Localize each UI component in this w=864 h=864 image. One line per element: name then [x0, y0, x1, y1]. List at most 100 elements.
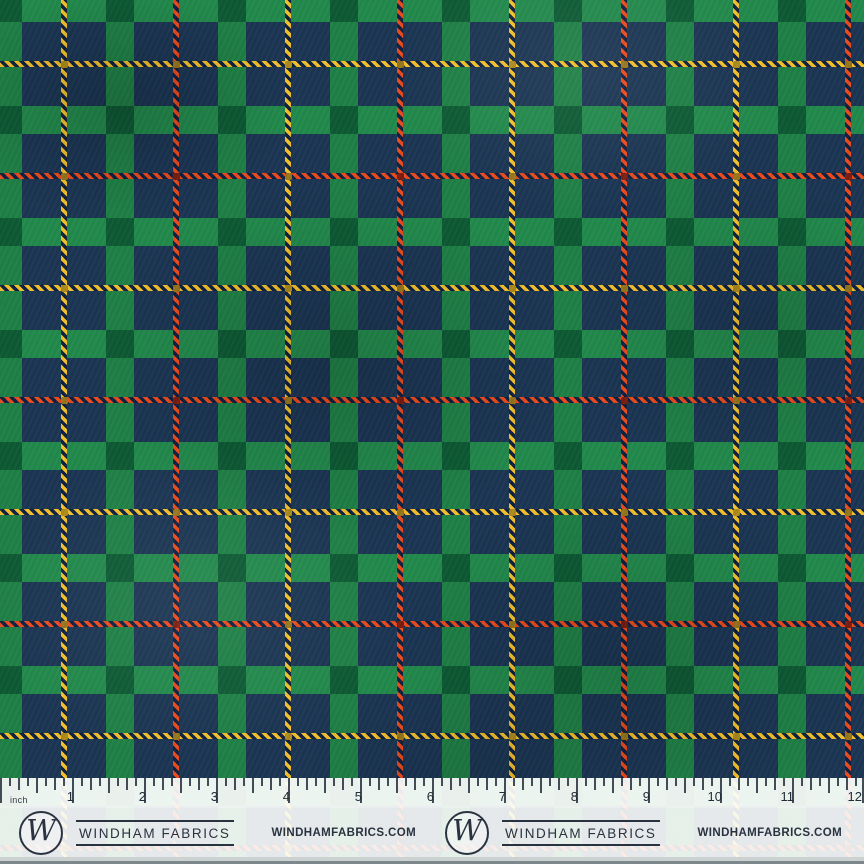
plaid-band-intersection: [330, 106, 358, 134]
ruler-number: 12: [838, 790, 862, 804]
ruler-tick-eighth: [729, 778, 731, 786]
ruler-tick-quarter: [558, 778, 560, 790]
ruler-tick-eighth: [711, 778, 713, 786]
plaid-band-intersection: [218, 218, 246, 246]
plaid-band-intersection: [106, 554, 134, 582]
ruler-tick-quarter: [702, 778, 704, 790]
rope-crossing-dot: [285, 285, 292, 292]
plaid-band-intersection: [778, 442, 806, 470]
rope-crossing-dot: [845, 509, 852, 516]
rope-crossing-dot: [845, 173, 852, 180]
ruler-tick-half: [756, 778, 758, 793]
windham-logo-letter: W: [26, 816, 56, 845]
ruler-tick-eighth: [765, 778, 767, 786]
plaid-band-intersection: [0, 442, 22, 470]
windham-logo-circle: W: [445, 811, 489, 855]
rope-crossing-dot: [733, 733, 740, 740]
plaid-band-intersection: [666, 554, 694, 582]
rope-crossing-dot: [173, 621, 180, 628]
rope-crossing-dot: [61, 285, 68, 292]
rope-crossing-dot: [61, 509, 68, 516]
plaid-band-intersection: [666, 330, 694, 358]
plaid-band-intersection: [0, 330, 22, 358]
ruler-tick-eighth: [117, 778, 119, 786]
fabric-background: [0, 0, 864, 864]
ruler-tick-quarter: [342, 778, 344, 790]
rope-crossing-dot: [845, 285, 852, 292]
rope-crossing-dot: [733, 61, 740, 68]
plaid-band-intersection: [0, 554, 22, 582]
rope-crossing-dot: [285, 733, 292, 740]
plaid-band-intersection: [778, 106, 806, 134]
plaid-band-intersection: [666, 0, 694, 22]
plaid-band-intersection: [442, 106, 470, 134]
ruler-tick-eighth: [693, 778, 695, 786]
plaid-band-intersection: [218, 666, 246, 694]
ruler-tick-eighth: [261, 778, 263, 786]
ruler-tick-eighth: [819, 778, 821, 786]
plaid-band-intersection: [666, 106, 694, 134]
ruler-tick-eighth: [279, 778, 281, 786]
rope-crossing-dot: [509, 173, 516, 180]
rope-crossing-dot: [397, 285, 404, 292]
ruler-tick-eighth: [189, 778, 191, 786]
ruler-tick-quarter: [486, 778, 488, 790]
plaid-band-intersection: [106, 666, 134, 694]
ruler-tick-eighth: [405, 778, 407, 786]
plaid-band-intersection: [106, 442, 134, 470]
plaid-band-intersection: [0, 666, 22, 694]
ruler-number: 7: [482, 790, 506, 804]
brand-name-text: WINDHAM FABRICS: [502, 820, 660, 846]
ruler-tick-half: [180, 778, 182, 793]
ruler-tick-eighth: [837, 778, 839, 786]
ruler-tick-eighth: [99, 778, 101, 786]
rope-crossing-dot: [173, 397, 180, 404]
brand-name-text: WINDHAM FABRICS: [76, 820, 234, 846]
ruler-number: 2: [122, 790, 146, 804]
plaid-band-intersection: [0, 106, 22, 134]
ruler-tick-eighth: [225, 778, 227, 786]
plaid-band-intersection: [554, 0, 582, 22]
plaid-band-intersection: [554, 330, 582, 358]
ruler-tick-quarter: [18, 778, 20, 790]
ruler-tick-inch: [0, 778, 2, 803]
ruler-number: 9: [626, 790, 650, 804]
ruler-tick-eighth: [315, 778, 317, 786]
plaid-band-intersection: [218, 106, 246, 134]
rope-crossing-dot: [509, 397, 516, 404]
rope-crossing-dot: [509, 285, 516, 292]
plaid-band-intersection: [666, 218, 694, 246]
ruler-tick-quarter: [306, 778, 308, 790]
ruler-tick-eighth: [459, 778, 461, 786]
brand-website-text: WINDHAMFABRICS.COM: [272, 827, 417, 839]
plaid-band-intersection: [554, 218, 582, 246]
rope-crossing-dot: [509, 733, 516, 740]
plaid-band-intersection: [778, 666, 806, 694]
ruler-tick-eighth: [675, 778, 677, 786]
windham-logo-circle: W: [19, 811, 63, 855]
ruler-tick-quarter: [198, 778, 200, 790]
ruler-tick-eighth: [639, 778, 641, 786]
rope-crossing-dot: [509, 621, 516, 628]
ruler-tick-eighth: [207, 778, 209, 786]
plaid-band-intersection: [554, 554, 582, 582]
rope-crossing-dot: [173, 733, 180, 740]
plaid-band-intersection: [330, 218, 358, 246]
ruler-tick-quarter: [738, 778, 740, 790]
ruler-tick-eighth: [567, 778, 569, 786]
branding-strip: W WINDHAM FABRICS WINDHAMFABRICS.COM W WINDH…: [0, 808, 864, 857]
ruler-tick-eighth: [9, 778, 11, 786]
rope-crossing-dot: [397, 173, 404, 180]
rope-crossing-dot: [173, 285, 180, 292]
plaid-band-intersection: [442, 442, 470, 470]
ruler-tick-quarter: [594, 778, 596, 790]
plaid-band-intersection: [106, 218, 134, 246]
ruler-number: 6: [410, 790, 434, 804]
ruler-tick-quarter: [234, 778, 236, 790]
rope-crossing-dot: [845, 397, 852, 404]
brand-website-text: WINDHAMFABRICS.COM: [698, 827, 843, 839]
plaid-band-intersection: [218, 330, 246, 358]
ruler-tick-half: [324, 778, 326, 793]
ruler-tick-quarter: [54, 778, 56, 790]
plaid-band-intersection: [554, 106, 582, 134]
